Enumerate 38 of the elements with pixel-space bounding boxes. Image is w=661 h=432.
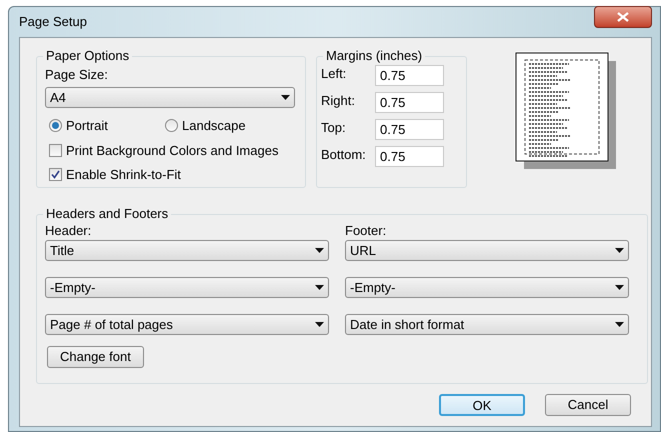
footer-dropdown[interactable]: -Empty- bbox=[345, 277, 629, 298]
group-title: Paper Options bbox=[43, 48, 132, 64]
page-size-dropdown[interactable]: A4 bbox=[45, 87, 295, 108]
margin-input[interactable]: 0.75 bbox=[375, 65, 444, 86]
checkbox-option[interactable]: Print Background Colors and Images bbox=[49, 140, 278, 160]
dropdown-arrow-icon bbox=[315, 322, 324, 327]
field-label: Right: bbox=[321, 92, 356, 110]
group-title: Margins (inches) bbox=[323, 48, 426, 64]
checkmark-icon bbox=[51, 170, 60, 180]
close-icon bbox=[617, 12, 629, 22]
close-button[interactable] bbox=[594, 6, 652, 28]
header-dropdown[interactable]: Page # of total pages bbox=[45, 314, 329, 335]
dropdown-arrow-icon bbox=[615, 285, 624, 290]
dropdown-arrow-icon bbox=[315, 285, 324, 290]
field-label: Page Size: bbox=[45, 67, 108, 83]
field-label: Footer: bbox=[345, 223, 386, 239]
radio-option[interactable]: Landscape bbox=[165, 116, 246, 136]
dialog-button[interactable]: OK bbox=[439, 394, 525, 416]
dropdown-arrow-icon bbox=[315, 248, 324, 253]
field-label: Header: bbox=[45, 223, 92, 239]
field-label: Bottom: bbox=[321, 146, 367, 164]
margin-input[interactable]: 0.75 bbox=[375, 92, 444, 113]
dropdown-arrow-icon bbox=[615, 322, 624, 327]
footer-dropdown[interactable]: Date in short format bbox=[345, 314, 629, 335]
dialog-button[interactable]: Cancel bbox=[545, 394, 631, 416]
change-font-button[interactable]: Change font bbox=[47, 346, 144, 368]
margin-input[interactable]: 0.75 bbox=[375, 146, 444, 167]
field-label: Left: bbox=[321, 64, 348, 83]
dropdown-arrow-icon bbox=[615, 248, 624, 253]
dropdown-arrow-icon bbox=[281, 95, 290, 100]
header-dropdown[interactable]: Title bbox=[45, 240, 329, 261]
radio-option[interactable]: Portrait bbox=[49, 116, 165, 136]
footer-dropdown[interactable]: URL bbox=[345, 240, 629, 261]
checkbox-option[interactable]: Enable Shrink-to-Fit bbox=[49, 165, 181, 184]
field-label: Top: bbox=[321, 118, 347, 137]
window-title: Page Setup bbox=[19, 13, 87, 32]
header-dropdown[interactable]: -Empty- bbox=[45, 277, 329, 298]
margin-input[interactable]: 0.75 bbox=[375, 119, 444, 140]
